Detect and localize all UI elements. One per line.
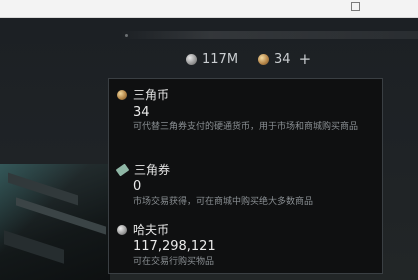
currency-name-row: 三角币: [117, 86, 169, 103]
haf-coin-balance[interactable]: 117M: [186, 52, 238, 67]
currency-value: 34: [133, 105, 150, 120]
maximize-button[interactable]: [351, 2, 360, 11]
currency-name: 三角券: [134, 163, 171, 177]
add-currency-button[interactable]: +: [299, 51, 312, 67]
currency-value: 0: [133, 179, 142, 194]
currency-description: 市场交易获得，可在商城中购买绝大多数商品: [133, 197, 314, 207]
triangle-coin-balance[interactable]: 34: [258, 52, 291, 67]
currency-description: 可代替三角券支付的硬通货币，用于市场和商城购买商品: [133, 122, 359, 132]
currency-bar: 117M 34 +: [186, 49, 311, 69]
triangle-coupon-icon: [115, 163, 130, 176]
currency-value: 117,298,121: [133, 239, 216, 254]
currency-name-row: 三角券: [115, 161, 171, 178]
triangle-coin-icon: [258, 53, 270, 65]
triangle-coin-amount: 34: [274, 51, 291, 67]
currency-name-row: 哈夫币: [117, 221, 169, 238]
background-artwork: [0, 164, 110, 280]
currency-tooltip: 三角币 34 可代替三角券支付的硬通货币，用于市场和商城购买商品 三角券 0 市…: [108, 78, 383, 274]
currency-description: 可在交易行购买物品: [133, 257, 215, 267]
artwork-stripe: [4, 230, 64, 264]
currency-name: 哈夫币: [133, 223, 170, 237]
decorative-header-bar: [120, 31, 418, 39]
triangle-coin-icon: [117, 89, 127, 100]
haf-coin-icon: [117, 224, 127, 235]
currency-name: 三角币: [133, 88, 170, 102]
haf-coin-icon: [186, 53, 197, 65]
window-titlebar: [0, 0, 418, 18]
artwork-stripe: [16, 197, 106, 235]
haf-coin-amount: 117M: [202, 51, 239, 67]
